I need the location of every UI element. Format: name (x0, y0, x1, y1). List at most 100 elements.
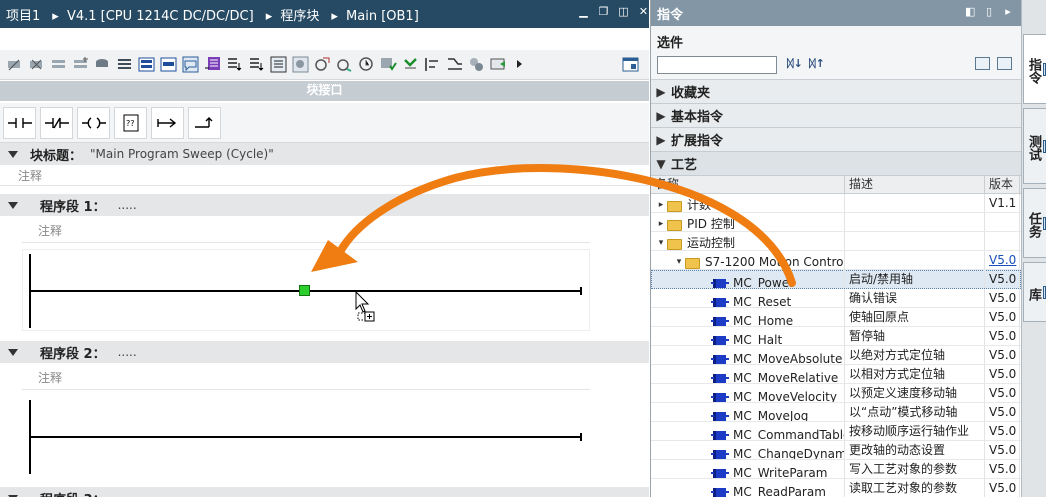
collapse-icon[interactable]: ▾ (673, 253, 685, 269)
pin-icon[interactable]: ▯ (984, 6, 994, 18)
breadcrumb-device[interactable]: V4.1 [CPU 1214C DC/DC/DC] (67, 9, 254, 24)
table-row[interactable]: MC_CommandTable 按移动顺序运行轴作业 V5.0 (651, 422, 1021, 441)
table-row[interactable]: MC_Halt 暂停轴 V5.0 (651, 327, 1021, 346)
block-interface-bar[interactable]: 块接口 (0, 81, 649, 101)
collapse-icon[interactable] (8, 150, 18, 158)
table-row[interactable]: ▸ PID 控制 (651, 213, 1021, 232)
cell-description (845, 194, 985, 212)
block-title-header[interactable]: 块标题： "Main Program Sweep (Cycle)" (0, 143, 649, 165)
network-1-comment[interactable]: 注释 (38, 222, 62, 239)
toolbar-more-icon[interactable] (512, 56, 529, 73)
table-row[interactable]: MC_Reset 确认错误 V5.0 (651, 289, 1021, 308)
open-branch-button[interactable] (151, 106, 184, 139)
grip-handle[interactable] (310, 84, 340, 86)
go-to-icon[interactable] (358, 56, 375, 73)
expand-icon[interactable]: ▸ (655, 196, 667, 212)
search-up-icon[interactable]: ᛞ↑ (809, 57, 825, 70)
list-view-icon[interactable] (975, 57, 990, 70)
table-row[interactable]: ▾ 运动控制 (651, 232, 1021, 251)
search-down-icon[interactable]: ᛞ↓ (787, 57, 803, 70)
column-description[interactable]: 描述 (845, 176, 985, 193)
window-split-icon[interactable] (622, 56, 639, 73)
breadcrumb-program-blocks[interactable]: 程序块 (280, 9, 319, 24)
table-row[interactable]: MC_MoveAbsolute 以绝对方式定位轴 V5.0 (651, 346, 1021, 365)
absolute-relative-icon[interactable] (226, 56, 243, 73)
network-1-title[interactable]: ..... (118, 198, 137, 212)
program-editor: 项目1 ▸ V4.1 [CPU 1214C DC/DC/DC] ▸ 程序块 ▸ Mai… (0, 0, 649, 497)
version-text[interactable]: V5.0 (989, 253, 1016, 267)
search-input[interactable] (657, 56, 777, 74)
modify-display-icon[interactable] (292, 56, 309, 73)
breadcrumb-block[interactable]: Main [OB1] (346, 9, 419, 24)
download-icon[interactable] (380, 56, 397, 73)
nc-contact-button[interactable] (40, 106, 73, 139)
expand-icon[interactable]: ▸ (655, 215, 667, 231)
simulate-icon[interactable] (490, 56, 507, 73)
network-view-icon[interactable] (138, 56, 155, 73)
pane-technology[interactable]: ▼ 工艺 (651, 152, 1021, 176)
table-row[interactable]: MC_Power 启动/禁用轴 V5.0 (651, 270, 1021, 289)
call-structure-icon[interactable] (468, 56, 485, 73)
table-row[interactable]: MC_MoveVelocity 以预定义速度移动轴 V5.0 (651, 384, 1021, 403)
tag-info-icon[interactable] (248, 56, 265, 73)
pane-extended-instructions[interactable]: ▶ 扩展指令 (651, 128, 1021, 152)
breadcrumb-project[interactable]: 项目1 (6, 9, 40, 24)
block-title-value[interactable]: "Main Program Sweep (Cycle)" (90, 147, 274, 161)
column-name[interactable]: 名称 (651, 176, 845, 193)
table-row[interactable]: MC_ReadParam 读取工艺对象的参数 V5.0 (651, 479, 1021, 497)
insert-row-icon[interactable] (50, 56, 67, 73)
set-breakpoint-icon[interactable] (314, 56, 331, 73)
table-row[interactable]: MC_WriteParam 写入工艺对象的参数 V5.0 (651, 460, 1021, 479)
collapse-icon[interactable]: ▾ (655, 234, 667, 250)
table-row[interactable]: ▸ 计数 V1.1 (651, 194, 1021, 213)
network-2-title[interactable]: ..... (118, 345, 137, 359)
empty-box-button[interactable]: ?? (114, 106, 147, 139)
network-3-title[interactable]: ..... (118, 491, 137, 497)
drop-point[interactable] (299, 285, 310, 296)
table-row[interactable]: ▾ S7-1200 Motion Control V5.0 (651, 251, 1021, 270)
column-version[interactable]: 版本 (985, 176, 1020, 193)
tab-testing[interactable]: 测试 (1023, 108, 1046, 184)
wire-icon[interactable] (446, 56, 463, 73)
restore-icon[interactable]: ❐ (598, 6, 609, 17)
collapse-panel-icon[interactable]: ▸ (1003, 6, 1013, 18)
tab-instructions[interactable]: 指令 (1023, 34, 1046, 104)
step-icon[interactable] (336, 56, 353, 73)
collapse-icon[interactable] (8, 201, 18, 209)
close-branch-button[interactable] (188, 106, 221, 139)
collapse-icon[interactable] (8, 348, 18, 356)
float-icon[interactable]: ◧ (965, 6, 975, 18)
expand-all-icon[interactable] (116, 56, 133, 73)
collapse-all-icon[interactable] (160, 56, 177, 73)
coil-button[interactable] (77, 106, 110, 139)
monitor-icon[interactable] (94, 56, 111, 73)
favorites-icon[interactable] (204, 56, 221, 73)
table-row[interactable]: MC_Home 使轴回原点 V5.0 (651, 308, 1021, 327)
no-contact-button[interactable] (3, 106, 36, 139)
block-comment[interactable]: 注释 (18, 167, 42, 184)
show-all-icon[interactable] (270, 56, 287, 73)
network-2-header[interactable]: 程序段 2： ..... (0, 341, 649, 363)
network-3-header[interactable]: 程序段 3： ..... (0, 487, 649, 497)
pane-basic-instructions[interactable]: ▶ 基本指令 (651, 104, 1021, 128)
insert-network-icon[interactable] (6, 56, 23, 73)
pane-favorites[interactable]: ▶ 收藏夹 (651, 80, 1021, 104)
align-left-icon[interactable] (424, 56, 441, 73)
table-row[interactable]: MC_MoveRelative 以相对方式定位轴 V5.0 (651, 365, 1021, 384)
tab-tasks[interactable]: 任务 (1023, 188, 1046, 258)
cell-version[interactable]: V5.0 (985, 251, 1020, 269)
delete-network-icon[interactable] (28, 56, 45, 73)
network-2-comment[interactable]: 注释 (38, 369, 62, 386)
maximize-icon[interactable]: ◫ (618, 6, 629, 17)
table-row[interactable]: MC_MoveJog 以“点动”模式移动轴 V5.0 (651, 403, 1021, 422)
add-row-icon[interactable] (72, 56, 89, 73)
comments-icon[interactable] (182, 56, 199, 73)
monitoring-on-icon[interactable] (402, 56, 419, 73)
table-row[interactable]: MC_ChangeDynamic 更改轴的动态设置 V5.0 (651, 441, 1021, 460)
detail-view-icon[interactable] (997, 57, 1012, 70)
network-1-header[interactable]: 程序段 1： ..... (0, 194, 649, 216)
close-icon[interactable]: ✕ (638, 6, 649, 17)
minimize-icon[interactable]: ▁ (578, 6, 589, 17)
rung-line[interactable] (29, 436, 582, 438)
tab-libraries[interactable]: 库 (1023, 262, 1046, 322)
